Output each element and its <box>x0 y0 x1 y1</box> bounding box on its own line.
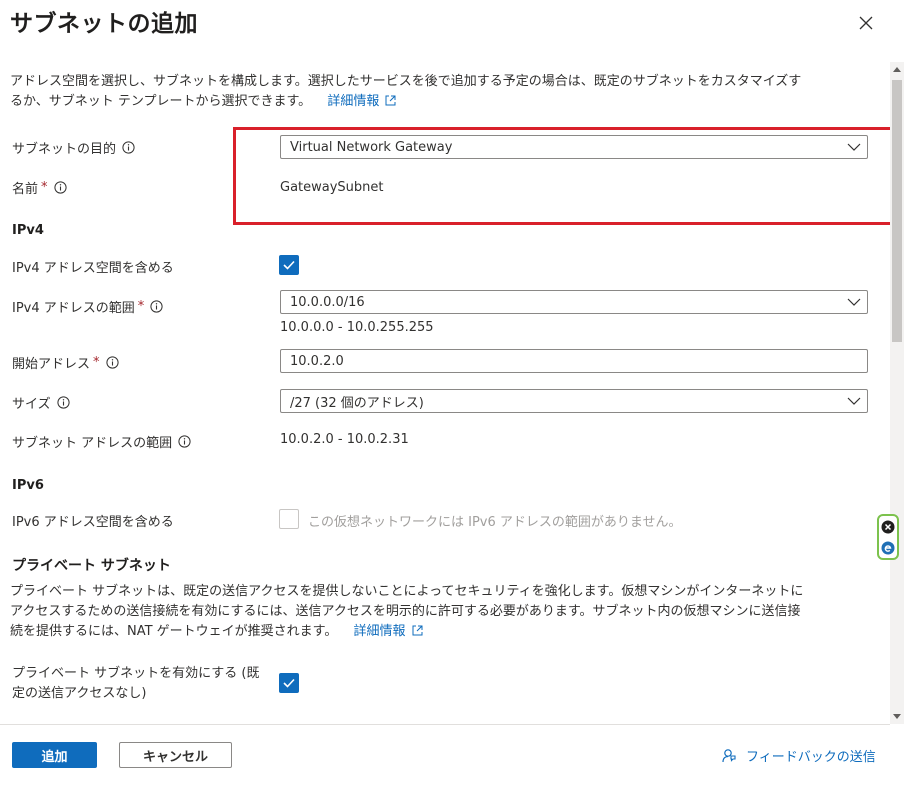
feedback-link[interactable]: フィードバックの送信 <box>722 746 876 765</box>
size-select[interactable]: /27 (32 個のアドレス) <box>280 389 868 413</box>
close-circle-icon[interactable] <box>881 520 895 534</box>
ipv6-disabled-text: この仮想ネットワークには IPv6 アドレスの範囲がありません。 <box>308 515 682 530</box>
caret-down-icon <box>893 714 901 719</box>
ipv6-include-label: IPv6 アドレス空間を含める <box>12 515 174 530</box>
side-extension-widget[interactable] <box>877 514 899 560</box>
subnet-range-value: 10.0.2.0 - 10.0.2.31 <box>280 432 409 447</box>
cancel-button[interactable]: キャンセル <box>119 742 232 768</box>
ipv6-include-checkbox[interactable] <box>279 509 299 529</box>
vertical-scrollbar[interactable] <box>890 62 904 724</box>
checkmark-icon <box>283 678 295 688</box>
chevron-down-icon <box>847 397 861 405</box>
highlight-box <box>233 127 898 225</box>
learn-more-link[interactable]: 詳細情報 <box>327 94 396 109</box>
private-subnet-description: プライベート サブネットは、既定の送信アクセスを提供しないことによってセキュリテ… <box>10 584 804 639</box>
info-icon[interactable] <box>53 181 67 194</box>
info-icon[interactable] <box>105 356 119 369</box>
ipv4-include-checkbox[interactable] <box>279 255 299 275</box>
start-address-input[interactable]: 10.0.2.0 <box>280 349 868 373</box>
private-enable-checkbox[interactable] <box>279 673 299 693</box>
ipv4-range-select[interactable]: 10.0.0.0/16 <box>280 290 868 314</box>
close-button[interactable] <box>852 9 880 37</box>
intro-text: アドレス空間を選択し、サブネットを構成します。選択したサービスを後で追加する予定… <box>10 74 802 109</box>
scrollbar-thumb[interactable] <box>892 80 902 342</box>
ipv4-include-label: IPv4 アドレス空間を含める <box>12 261 174 276</box>
footer-divider <box>0 724 890 725</box>
scroll-down-button[interactable] <box>890 710 904 724</box>
name-label: 名前 * <box>12 178 67 197</box>
private-enable-label: プライベート サブネットを有効にする (既 定の送信アクセスなし) <box>12 666 260 701</box>
ipv4-range-hint: 10.0.0.0 - 10.0.255.255 <box>280 320 434 335</box>
feedback-icon <box>722 748 736 762</box>
info-icon[interactable] <box>122 141 135 154</box>
info-icon[interactable] <box>150 300 163 313</box>
size-label: サイズ <box>12 393 70 412</box>
caret-up-icon <box>893 67 901 72</box>
chevron-down-icon <box>847 298 861 306</box>
info-icon[interactable] <box>57 396 70 409</box>
start-address-label: 開始アドレス * <box>12 353 119 372</box>
info-icon[interactable] <box>178 435 191 448</box>
checkmark-icon <box>283 260 295 270</box>
purpose-label: サブネットの目的 <box>12 138 135 157</box>
add-button[interactable]: 追加 <box>12 742 97 768</box>
scroll-up-button[interactable] <box>890 62 904 76</box>
ipv4-heading: IPv4 <box>12 223 44 238</box>
panel-title: サブネットの追加 <box>10 11 198 37</box>
external-link-icon <box>385 95 396 106</box>
subnet-range-label: サブネット アドレスの範囲 <box>12 432 191 451</box>
close-icon <box>859 16 873 30</box>
extension-e-icon[interactable] <box>881 541 895 555</box>
private-learn-more-link[interactable]: 詳細情報 <box>354 624 423 639</box>
private-subnet-heading: プライベート サブネット <box>12 558 171 574</box>
ipv4-range-label: IPv4 アドレスの範囲 * <box>12 297 163 316</box>
external-link-icon <box>412 625 423 636</box>
ipv6-heading: IPv6 <box>12 478 44 493</box>
